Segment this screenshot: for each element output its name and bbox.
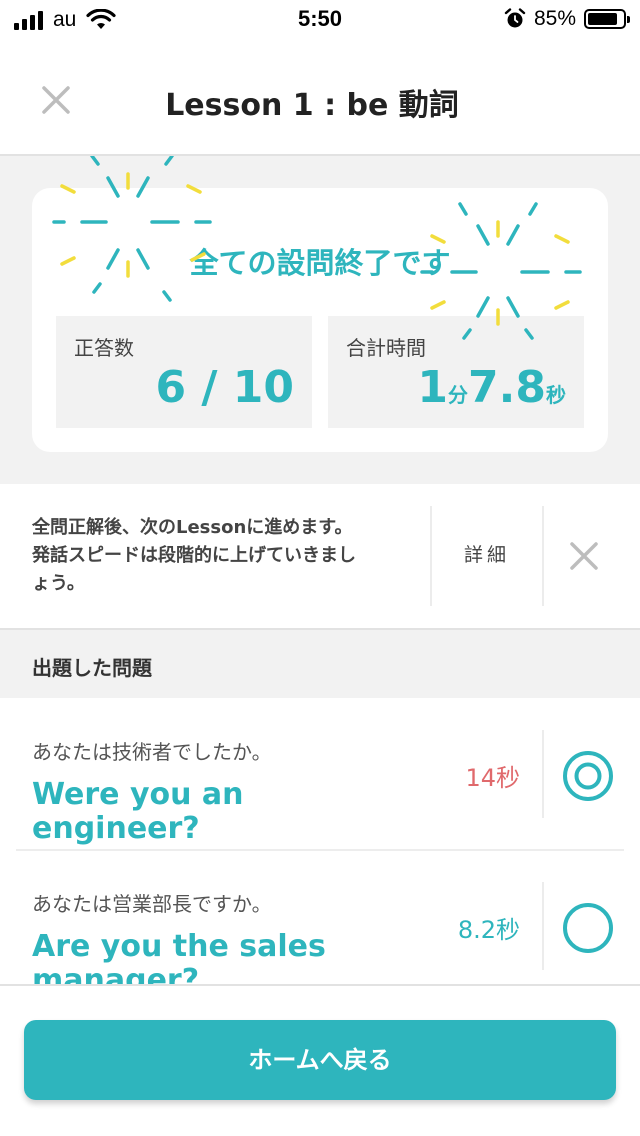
- battery-percent: 85%: [533, 7, 576, 30]
- page-title: Lesson 1 : be 動詞: [165, 88, 459, 123]
- nav-bar: Lesson 1 : be 動詞: [0, 40, 640, 156]
- correct-count-box: 正答数 6 / 10: [56, 316, 312, 428]
- result-card: 全ての設問終了です 正答数 6 / 10 合計時間 1分7.8秒: [32, 188, 608, 452]
- double-circle-icon: [563, 751, 613, 801]
- info-line-3: ょう。: [32, 573, 85, 594]
- question-list[interactable]: あなたは技術者でしたか。 Were you an engineer? 14秒 あ…: [0, 698, 640, 984]
- info-message: 全問正解後、次のLessonに進めます。 発話スピードは段階的に上げていきまし …: [32, 514, 412, 598]
- completion-title: 全ての設問終了です: [189, 246, 451, 280]
- status-right: 85%: [504, 7, 630, 31]
- close-icon: [570, 542, 598, 570]
- question-japanese: あなたは技術者でしたか。: [32, 740, 272, 764]
- question-japanese: あなたは営業部長ですか。: [32, 892, 272, 916]
- info-panel: 全問正解後、次のLessonに進めます。 発話スピードは段階的に上げていきまし …: [0, 484, 640, 630]
- correct-count-value: 6 / 10: [155, 362, 294, 413]
- detail-button[interactable]: 詳細: [432, 540, 542, 567]
- total-time-seconds: 7.8: [468, 362, 546, 413]
- correct-count-label: 正答数: [74, 336, 134, 360]
- circle-icon: [563, 903, 613, 953]
- question-time: 14秒: [465, 764, 520, 792]
- list-item[interactable]: あなたは営業部長ですか。 Are you the sales manager? …: [0, 850, 640, 984]
- alarm-icon: [504, 8, 526, 28]
- info-line-1: 全問正解後、次のLessonに進めます。: [32, 517, 353, 538]
- question-time: 8.2秒: [457, 916, 520, 944]
- item-divider: [542, 882, 544, 970]
- question-english: Were you an engineer?: [32, 777, 244, 846]
- section-title: 出題した問題: [32, 656, 152, 680]
- total-time-value: 1分7.8秒: [417, 362, 566, 413]
- item-divider: [542, 730, 544, 818]
- status-bar: au 5:50 85%: [0, 0, 640, 40]
- info-close-button[interactable]: [566, 538, 602, 574]
- question-english: Are you the sales manager?: [32, 929, 326, 985]
- result-area: 全ての設問終了です 正答数 6 / 10 合計時間 1分7.8秒: [0, 156, 640, 484]
- footer: ホームへ戻る: [0, 984, 640, 1136]
- back-home-button[interactable]: ホームへ戻る: [24, 1020, 616, 1100]
- total-time-second-unit: 秒: [546, 383, 566, 407]
- total-time-minutes: 1: [417, 362, 449, 413]
- total-time-label: 合計時間: [346, 336, 426, 360]
- info-divider: [542, 506, 544, 606]
- total-time-box: 合計時間 1分7.8秒: [328, 316, 584, 428]
- list-item[interactable]: あなたは技術者でしたか。 Were you an engineer? 14秒: [0, 698, 640, 851]
- info-line-2: 発話スピードは段階的に上げていきまし: [32, 545, 356, 566]
- section-header: 出題した問題: [0, 630, 640, 698]
- battery-icon: [584, 9, 630, 29]
- total-time-minute-unit: 分: [448, 383, 469, 407]
- battery-fill: [588, 13, 617, 25]
